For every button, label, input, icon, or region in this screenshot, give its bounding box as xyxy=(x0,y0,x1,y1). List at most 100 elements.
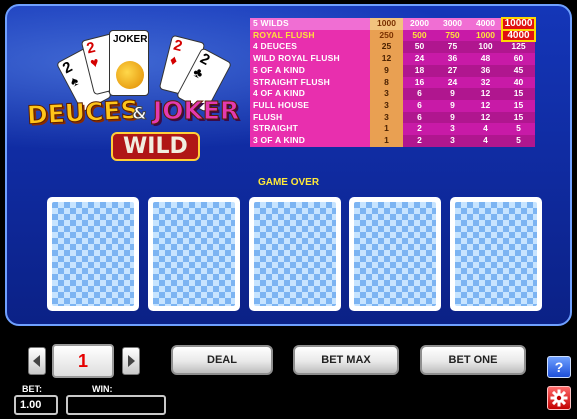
paytable: 5 WILDS 1000 2000 3000 4000 10000 ROYAL FLUSH 2… xyxy=(250,17,536,147)
paytable-payout: 40 xyxy=(502,76,535,89)
paytable-payout: 1000 xyxy=(370,18,403,30)
paytable-payout: 4000 xyxy=(501,28,536,43)
paytable-payout: 6 xyxy=(403,88,436,100)
paytable-payout: 750 xyxy=(436,29,469,42)
paytable-payout: 3 xyxy=(370,111,403,124)
paytable-hand-name: 4 DEUCES xyxy=(250,41,370,54)
game-status: GAME OVER xyxy=(257,177,320,188)
paytable-payout: 15 xyxy=(502,88,535,100)
paytable-row: WILD ROYAL FLUSH 12 24 36 48 60 xyxy=(250,53,535,65)
card-1[interactable] xyxy=(47,197,139,311)
win-meter xyxy=(66,395,166,415)
paytable-hand-name: 5 OF A KIND xyxy=(250,64,370,77)
paytable-row: 3 OF A KIND 1 2 3 4 5 xyxy=(250,135,535,147)
paytable-row: 4 DEUCES 25 50 75 100 125 xyxy=(250,41,535,54)
paytable-hand-name: STRAIGHT FLUSH xyxy=(250,76,370,89)
paytable-payout: 250 xyxy=(370,29,403,42)
paytable-payout: 3000 xyxy=(436,18,469,30)
paytable-payout: 12 xyxy=(370,53,403,65)
jester-icon xyxy=(116,61,144,89)
paytable-payout: 75 xyxy=(436,41,469,54)
paytable-payout: 16 xyxy=(403,76,436,89)
paytable-payout: 45 xyxy=(502,64,535,77)
paytable-payout: 60 xyxy=(502,53,535,65)
paytable-row: FULL HOUSE 3 6 9 12 15 xyxy=(250,99,535,112)
paytable-payout: 5 xyxy=(502,135,535,147)
card-2[interactable] xyxy=(148,197,240,311)
paytable-payout: 9 xyxy=(370,64,403,77)
paytable-hand-name: STRAIGHT xyxy=(250,123,370,136)
paytable-payout: 4000 xyxy=(469,18,502,30)
paytable-payout: 2 xyxy=(403,135,436,147)
paytable-payout: 9 xyxy=(436,111,469,124)
card-back xyxy=(455,202,537,306)
bet-label: BET: xyxy=(22,384,42,394)
bet-increase-button[interactable] xyxy=(122,347,140,375)
bet-level-display: 1 xyxy=(52,344,114,378)
card-back xyxy=(153,202,235,306)
paytable-payout: 9 xyxy=(436,99,469,112)
club-icon: ♣ xyxy=(190,63,207,82)
paytable-payout: 125 xyxy=(502,41,535,54)
deal-button[interactable]: DEAL xyxy=(171,345,273,375)
paytable-hand-name: 5 WILDS xyxy=(250,18,370,30)
paytable-payout: 2000 xyxy=(403,18,436,30)
help-button[interactable]: ? xyxy=(547,356,571,378)
logo-card-joker: JOKER xyxy=(109,30,149,96)
card-back xyxy=(52,202,134,306)
paytable-payout: 6 xyxy=(403,99,436,112)
paytable-payout: 2 xyxy=(403,123,436,136)
paytable-payout: 4 xyxy=(469,135,502,147)
paytable-payout: 100 xyxy=(469,41,502,54)
chevron-left-icon xyxy=(33,355,40,367)
paytable-row: STRAIGHT FLUSH 8 16 24 32 40 xyxy=(250,76,535,89)
bet-decrease-button[interactable] xyxy=(28,347,46,375)
paytable-row: STRAIGHT 1 2 3 4 5 xyxy=(250,123,535,136)
paytable-hand-name: 3 OF A KIND xyxy=(250,135,370,147)
paytable-hand-name: WILD ROYAL FLUSH xyxy=(250,53,370,65)
logo-word-joker: JOKER xyxy=(152,96,240,126)
paytable-row: FLUSH 3 6 9 12 15 xyxy=(250,111,535,124)
paytable-payout: 12 xyxy=(469,111,502,124)
paytable-hand-name: 4 OF A KIND xyxy=(250,88,370,100)
paytable-payout: 5 xyxy=(502,123,535,136)
paytable-payout: 48 xyxy=(469,53,502,65)
paytable-hand-name: FLUSH xyxy=(250,111,370,124)
paytable-payout: 32 xyxy=(469,76,502,89)
paytable-payout: 12 xyxy=(469,99,502,112)
card-3[interactable] xyxy=(249,197,341,311)
logo-word-deuces: DEUCES xyxy=(26,95,140,131)
paytable-hand-name: FULL HOUSE xyxy=(250,99,370,112)
gear-icon xyxy=(550,389,568,407)
paytable-hand-name: ROYAL FLUSH xyxy=(250,29,370,42)
paytable-payout: 12 xyxy=(469,88,502,100)
logo-card-rank: JOKER xyxy=(113,34,148,45)
settings-button[interactable] xyxy=(547,386,571,410)
paytable-payout: 24 xyxy=(403,53,436,65)
card-4[interactable] xyxy=(349,197,441,311)
paytable-payout: 6 xyxy=(403,111,436,124)
paytable-payout: 50 xyxy=(403,41,436,54)
logo-word-wild: WILD xyxy=(111,132,200,161)
game-logo: 2 ♠ 2 ♥ JOKER 2 ♦ 2 ♣ DEUCES & JOKER WIL… xyxy=(15,12,245,162)
paytable-payout: 8 xyxy=(370,76,403,89)
paytable-payout: 25 xyxy=(370,41,403,54)
paytable-payout: 27 xyxy=(436,64,469,77)
paytable-row: 5 WILDS 1000 2000 3000 4000 10000 xyxy=(250,17,536,31)
win-label: WIN: xyxy=(92,384,113,394)
card-5[interactable] xyxy=(450,197,542,311)
chevron-right-icon xyxy=(128,355,135,367)
logo-ampersand: & xyxy=(132,104,148,125)
bet-max-button[interactable]: BET MAX xyxy=(293,345,399,375)
bet-one-button[interactable]: BET ONE xyxy=(420,345,526,375)
paytable-payout: 15 xyxy=(502,99,535,112)
paytable-payout: 36 xyxy=(469,64,502,77)
paytable-payout: 1 xyxy=(370,135,403,147)
paytable-payout: 9 xyxy=(436,88,469,100)
paytable-payout: 1 xyxy=(370,123,403,136)
game-area: 2 ♠ 2 ♥ JOKER 2 ♦ 2 ♣ DEUCES & JOKER WIL… xyxy=(5,4,572,326)
paytable-payout: 10000 xyxy=(501,17,536,31)
paytable-payout: 24 xyxy=(436,76,469,89)
paytable-payout: 3 xyxy=(436,135,469,147)
paytable-row: ROYAL FLUSH 250 500 750 1000 4000 xyxy=(250,28,536,43)
